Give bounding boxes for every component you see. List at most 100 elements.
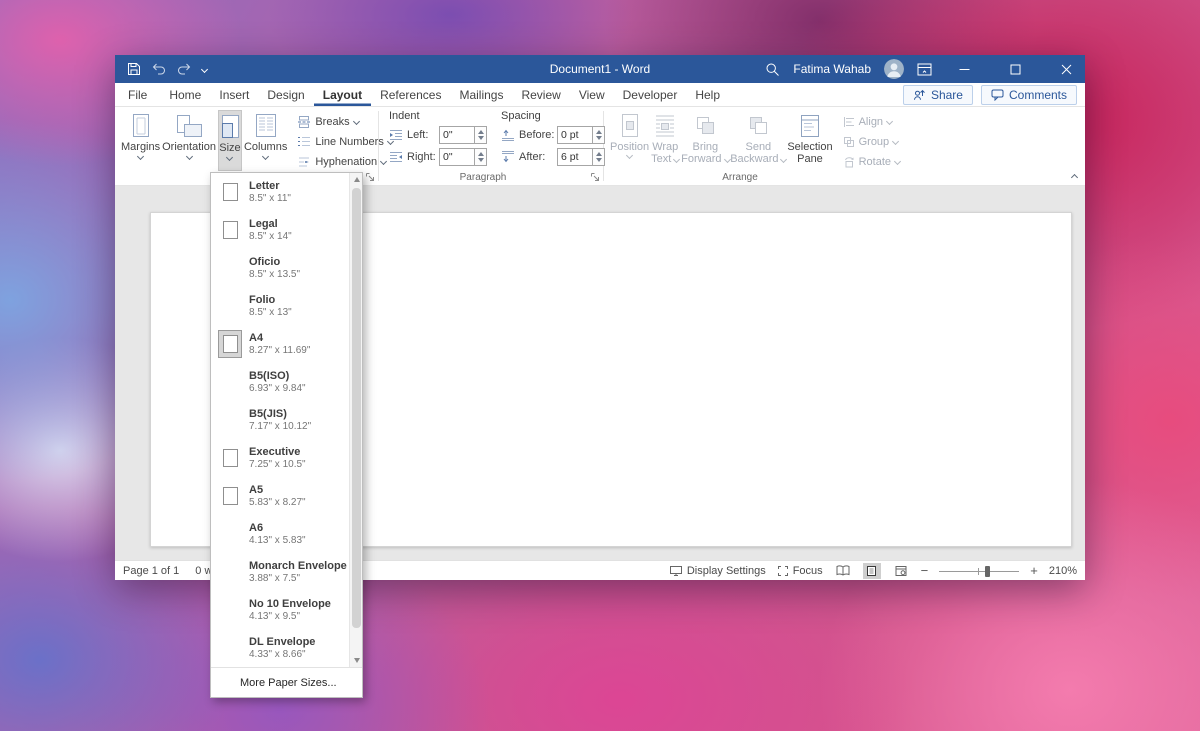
paper-size-option-selected[interactable]: A48.27" x 11.69" — [211, 325, 362, 363]
indent-right-stepper[interactable] — [475, 148, 487, 166]
print-layout-icon[interactable] — [863, 563, 881, 579]
zoom-slider-thumb[interactable] — [985, 566, 990, 577]
position-button[interactable]: Position — [610, 110, 649, 171]
paper-size-option[interactable]: A55.83" x 8.27" — [211, 477, 362, 515]
indent-right-icon — [389, 151, 403, 163]
web-layout-icon[interactable] — [892, 563, 910, 579]
zoom-slider[interactable] — [939, 564, 1019, 578]
spacing-heading: Spacing — [501, 110, 605, 122]
tab-view[interactable]: View — [570, 83, 614, 106]
tab-home[interactable]: Home — [160, 83, 210, 106]
maximize-button[interactable] — [996, 55, 1034, 83]
paper-size-option[interactable]: No 10 Envelope4.13" x 9.5" — [211, 591, 362, 629]
columns-button[interactable]: Columns — [244, 110, 287, 171]
search-icon[interactable] — [765, 62, 780, 77]
bring-forward-button[interactable]: Bring Forward — [681, 110, 729, 171]
page-setup-dialog-launcher-icon[interactable] — [365, 172, 375, 182]
undo-icon[interactable] — [152, 63, 166, 75]
tab-review[interactable]: Review — [512, 83, 569, 106]
tab-references[interactable]: References — [371, 83, 450, 106]
margins-button[interactable]: Margins — [121, 110, 160, 171]
indent-left-input[interactable] — [439, 126, 475, 144]
zoom-in-button[interactable]: + — [1030, 563, 1038, 579]
indent-left-stepper[interactable] — [475, 126, 487, 144]
paper-size-name: Monarch Envelope — [249, 560, 347, 572]
paper-size-dims: 8.27" x 11.69" — [249, 345, 310, 356]
chevron-down-icon — [262, 153, 269, 160]
tab-insert[interactable]: Insert — [210, 83, 258, 106]
ribbon-tab-bar: File Home Insert Design Layout Reference… — [115, 83, 1085, 107]
page-icon — [223, 487, 238, 505]
tab-help[interactable]: Help — [686, 83, 729, 106]
arrange-group: Position Wrap Text — [604, 107, 892, 185]
paper-size-option[interactable]: Letter8.5" x 11" — [211, 173, 362, 211]
paper-size-option[interactable]: Executive7.25" x 10.5" — [211, 439, 362, 477]
comments-button[interactable]: Comments — [981, 85, 1077, 105]
close-button[interactable] — [1047, 55, 1085, 83]
paper-icon-box — [218, 368, 242, 396]
dropdown-scrollbar[interactable] — [349, 173, 362, 667]
share-button[interactable]: Share — [903, 85, 973, 105]
tab-file[interactable]: File — [119, 83, 156, 106]
tab-design[interactable]: Design — [258, 83, 313, 106]
send-backward-button[interactable]: Send Backward — [731, 110, 785, 171]
spacing-after-input[interactable] — [557, 148, 593, 166]
paragraph-group-label: Paragraph — [379, 172, 587, 183]
paper-size-option[interactable]: B5(ISO)6.93" x 9.84" — [211, 363, 362, 401]
paper-size-option[interactable]: B5(JIS)7.17" x 10.12" — [211, 401, 362, 439]
paper-size-option[interactable]: Monarch Envelope3.88" x 7.5" — [211, 553, 362, 591]
paper-size-dims: 7.25" x 10.5" — [249, 459, 306, 470]
display-settings-button[interactable]: Display Settings — [669, 565, 766, 577]
paper-size-option[interactable]: DL Envelope4.33" x 8.66" — [211, 629, 362, 667]
scroll-down-icon[interactable] — [350, 654, 362, 667]
size-button[interactable]: Size — [218, 110, 242, 171]
paper-icon-box — [218, 178, 242, 206]
group-button[interactable]: Group — [843, 133, 900, 150]
comments-icon — [991, 89, 1004, 101]
spacing-after-field — [557, 148, 605, 166]
collapse-ribbon-icon[interactable] — [1072, 175, 1077, 180]
tab-mailings[interactable]: Mailings — [450, 83, 512, 106]
zoom-out-button[interactable]: − — [921, 563, 929, 579]
user-avatar[interactable] — [884, 59, 904, 79]
user-name[interactable]: Fatima Wahab — [793, 62, 871, 76]
minimize-button[interactable] — [945, 55, 983, 83]
paragraph-dialog-launcher-icon[interactable] — [590, 172, 600, 182]
paper-size-option[interactable]: Folio8.5" x 13" — [211, 287, 362, 325]
scroll-up-icon[interactable] — [350, 173, 362, 186]
page-indicator[interactable]: Page 1 of 1 — [123, 565, 179, 577]
line-numbers-icon — [297, 135, 311, 149]
spacing-after-icon — [501, 151, 515, 163]
indent-right-input[interactable] — [439, 148, 475, 166]
spacing-before-input[interactable] — [557, 126, 593, 144]
ribbon-display-options-icon[interactable] — [917, 63, 932, 76]
redo-icon[interactable] — [177, 63, 191, 75]
send-backward-label-1: Send — [745, 141, 771, 153]
tab-layout[interactable]: Layout — [314, 83, 371, 106]
more-paper-sizes-item[interactable]: More Paper Sizes... — [211, 667, 362, 697]
orientation-button[interactable]: Orientation — [162, 110, 216, 171]
selection-pane-button[interactable]: Selection Pane — [787, 110, 832, 171]
read-mode-icon[interactable] — [834, 563, 852, 579]
paper-size-list: Letter8.5" x 11" Legal8.5" x 14" Oficio8… — [211, 173, 362, 667]
align-icon — [843, 116, 855, 128]
page-icon — [223, 183, 238, 201]
align-button[interactable]: Align — [843, 113, 900, 130]
paper-size-option[interactable]: Legal8.5" x 14" — [211, 211, 362, 249]
margins-icon — [129, 112, 153, 140]
focus-button[interactable]: Focus — [777, 565, 823, 577]
chevron-down-icon — [626, 152, 633, 159]
paper-size-option[interactable]: Oficio8.5" x 13.5" — [211, 249, 362, 287]
tab-developer[interactable]: Developer — [614, 83, 687, 106]
wrap-text-button[interactable]: Wrap Text — [651, 110, 679, 171]
titlebar-right: Fatima Wahab — [765, 55, 1085, 83]
paper-icon-box — [218, 520, 242, 548]
paper-size-name: A6 — [249, 522, 306, 534]
scrollbar-thumb[interactable] — [352, 188, 361, 628]
qat-customize-icon[interactable] — [202, 67, 207, 72]
wrap-text-icon — [653, 112, 677, 140]
rotate-button[interactable]: Rotate — [843, 153, 900, 170]
paper-size-option[interactable]: A64.13" x 5.83" — [211, 515, 362, 553]
zoom-level[interactable]: 210% — [1049, 565, 1077, 577]
save-icon[interactable] — [127, 62, 141, 76]
